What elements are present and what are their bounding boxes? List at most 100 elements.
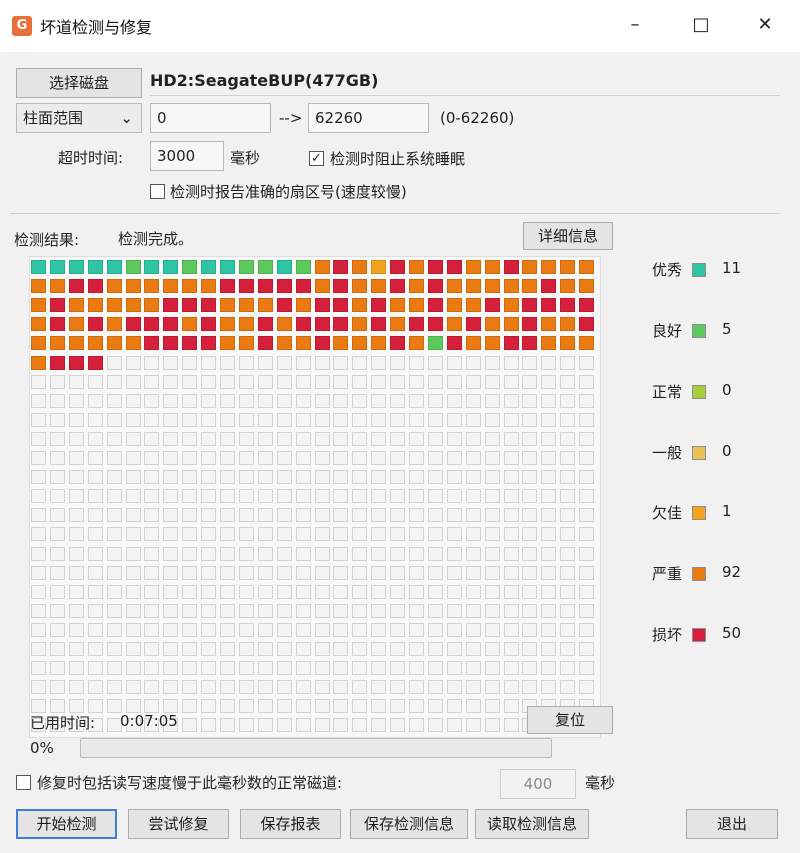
scan-cell-empty xyxy=(446,661,462,676)
scan-cell-empty xyxy=(409,680,424,695)
load-scan-info-button[interactable]: 读取检测信息 xyxy=(475,809,589,839)
scan-cell xyxy=(484,317,500,332)
try-repair-button[interactable]: 尝试修复 xyxy=(128,809,229,839)
scan-cell-empty xyxy=(409,393,424,408)
elapsed-value: 0:07:05 xyxy=(120,712,178,730)
scan-cell-empty xyxy=(182,642,198,656)
scan-cell-empty xyxy=(333,603,349,618)
scan-cell-empty xyxy=(352,718,368,733)
scan-cell-empty xyxy=(106,355,122,370)
scan-cell-empty xyxy=(390,603,406,618)
scan-cell xyxy=(106,317,122,332)
close-icon[interactable]: ✕ xyxy=(750,12,780,38)
scan-cell-empty xyxy=(371,642,387,656)
scan-cell-empty xyxy=(201,355,217,370)
scan-cell-empty xyxy=(31,374,46,389)
scan-cell-empty xyxy=(238,603,254,618)
range-mode-select[interactable]: 柱面范围 ⌄ xyxy=(16,103,142,133)
range-end-input[interactable]: 62260 xyxy=(308,103,429,133)
scan-cell-empty xyxy=(144,470,160,485)
scan-cell-empty xyxy=(87,546,103,561)
scan-cell-empty xyxy=(446,680,462,695)
scan-cell-empty xyxy=(371,489,387,504)
elapsed-label: 已用时间: xyxy=(30,714,96,732)
report-sector-checkbox[interactable] xyxy=(150,184,165,199)
select-disk-button[interactable]: 选择磁盘 xyxy=(16,68,142,98)
scan-cell-empty xyxy=(276,699,292,714)
scan-cell xyxy=(541,317,557,332)
save-report-button[interactable]: 保存报表 xyxy=(240,809,341,839)
scan-cell-empty xyxy=(352,355,368,370)
scan-cell-empty xyxy=(238,508,254,523)
scan-cell xyxy=(182,260,198,274)
scan-cell-empty xyxy=(314,508,330,523)
scan-cell-empty xyxy=(560,470,576,485)
scan-cell xyxy=(220,279,235,294)
scan-cell-empty xyxy=(522,374,538,389)
start-scan-button[interactable]: 开始检测 xyxy=(16,809,117,839)
scan-cell-empty xyxy=(295,489,311,504)
threshold-input[interactable]: 400 xyxy=(500,769,576,799)
scan-cell xyxy=(560,317,576,332)
include-slow-checkbox[interactable] xyxy=(16,775,31,790)
scan-cell-empty xyxy=(484,680,500,695)
scan-cell-empty xyxy=(68,431,84,446)
scan-cell-empty xyxy=(560,661,576,676)
scan-cell xyxy=(144,298,160,313)
scan-cell-empty xyxy=(427,699,443,714)
scan-cell xyxy=(314,298,330,313)
scan-cell-empty xyxy=(68,565,84,580)
exit-button[interactable]: 退出 xyxy=(686,809,778,839)
maximize-icon[interactable]: □ xyxy=(686,12,716,38)
scan-cell-empty xyxy=(427,622,443,637)
minimize-icon[interactable]: – xyxy=(620,12,650,38)
scan-cell-empty xyxy=(352,374,368,389)
scan-cell-empty xyxy=(257,584,273,599)
timeout-input[interactable]: 3000 xyxy=(150,141,224,171)
scan-cell-empty xyxy=(390,412,406,427)
scan-cell-empty xyxy=(49,508,65,523)
detail-info-button[interactable]: 详细信息 xyxy=(523,222,613,250)
scan-cell-empty xyxy=(182,622,198,637)
range-start-input[interactable]: 0 xyxy=(150,103,271,133)
scan-cell-empty xyxy=(427,374,443,389)
scan-cell-empty xyxy=(409,527,424,542)
scan-cell-empty xyxy=(125,355,141,370)
save-scan-info-button[interactable]: 保存检测信息 xyxy=(350,809,468,839)
scan-cell-empty xyxy=(144,412,160,427)
scan-cell-empty xyxy=(333,661,349,676)
scan-cell-empty xyxy=(257,355,273,370)
scan-cell-empty xyxy=(465,470,481,485)
reset-button[interactable]: 复位 xyxy=(527,706,613,734)
scan-cell-empty xyxy=(427,470,443,485)
scan-cell-empty xyxy=(427,546,443,561)
scan-cell-empty xyxy=(465,451,481,465)
scan-cell-empty xyxy=(503,642,519,656)
scan-cell-empty xyxy=(465,642,481,656)
scan-cell xyxy=(409,317,424,332)
scan-cell-empty xyxy=(484,718,500,733)
scan-cell-empty xyxy=(276,508,292,523)
scan-cell-empty xyxy=(238,393,254,408)
scan-cell-empty xyxy=(446,355,462,370)
scan-cell-empty xyxy=(579,470,595,485)
scan-cell-empty xyxy=(503,680,519,695)
prevent-sleep-checkbox[interactable]: ✓ xyxy=(309,151,324,166)
scan-cell xyxy=(579,317,595,332)
legend-item: 欠佳 1 xyxy=(652,502,782,526)
scan-cell-empty xyxy=(238,642,254,656)
scan-cell-empty xyxy=(333,584,349,599)
scan-cell-empty xyxy=(484,603,500,618)
scan-cell xyxy=(182,298,198,313)
scan-cell-empty xyxy=(163,603,179,618)
scan-cell-empty xyxy=(484,374,500,389)
legend-item: 良好 5 xyxy=(652,320,782,344)
scan-cell-empty xyxy=(446,603,462,618)
scan-cell xyxy=(371,317,387,332)
scan-cell-empty xyxy=(201,451,217,465)
scan-cell-empty xyxy=(201,718,217,733)
scan-cell-empty xyxy=(182,355,198,370)
scan-cell xyxy=(182,336,198,351)
window-title: 坏道检测与修复 xyxy=(40,18,153,37)
results-label: 检测结果: xyxy=(14,231,80,249)
